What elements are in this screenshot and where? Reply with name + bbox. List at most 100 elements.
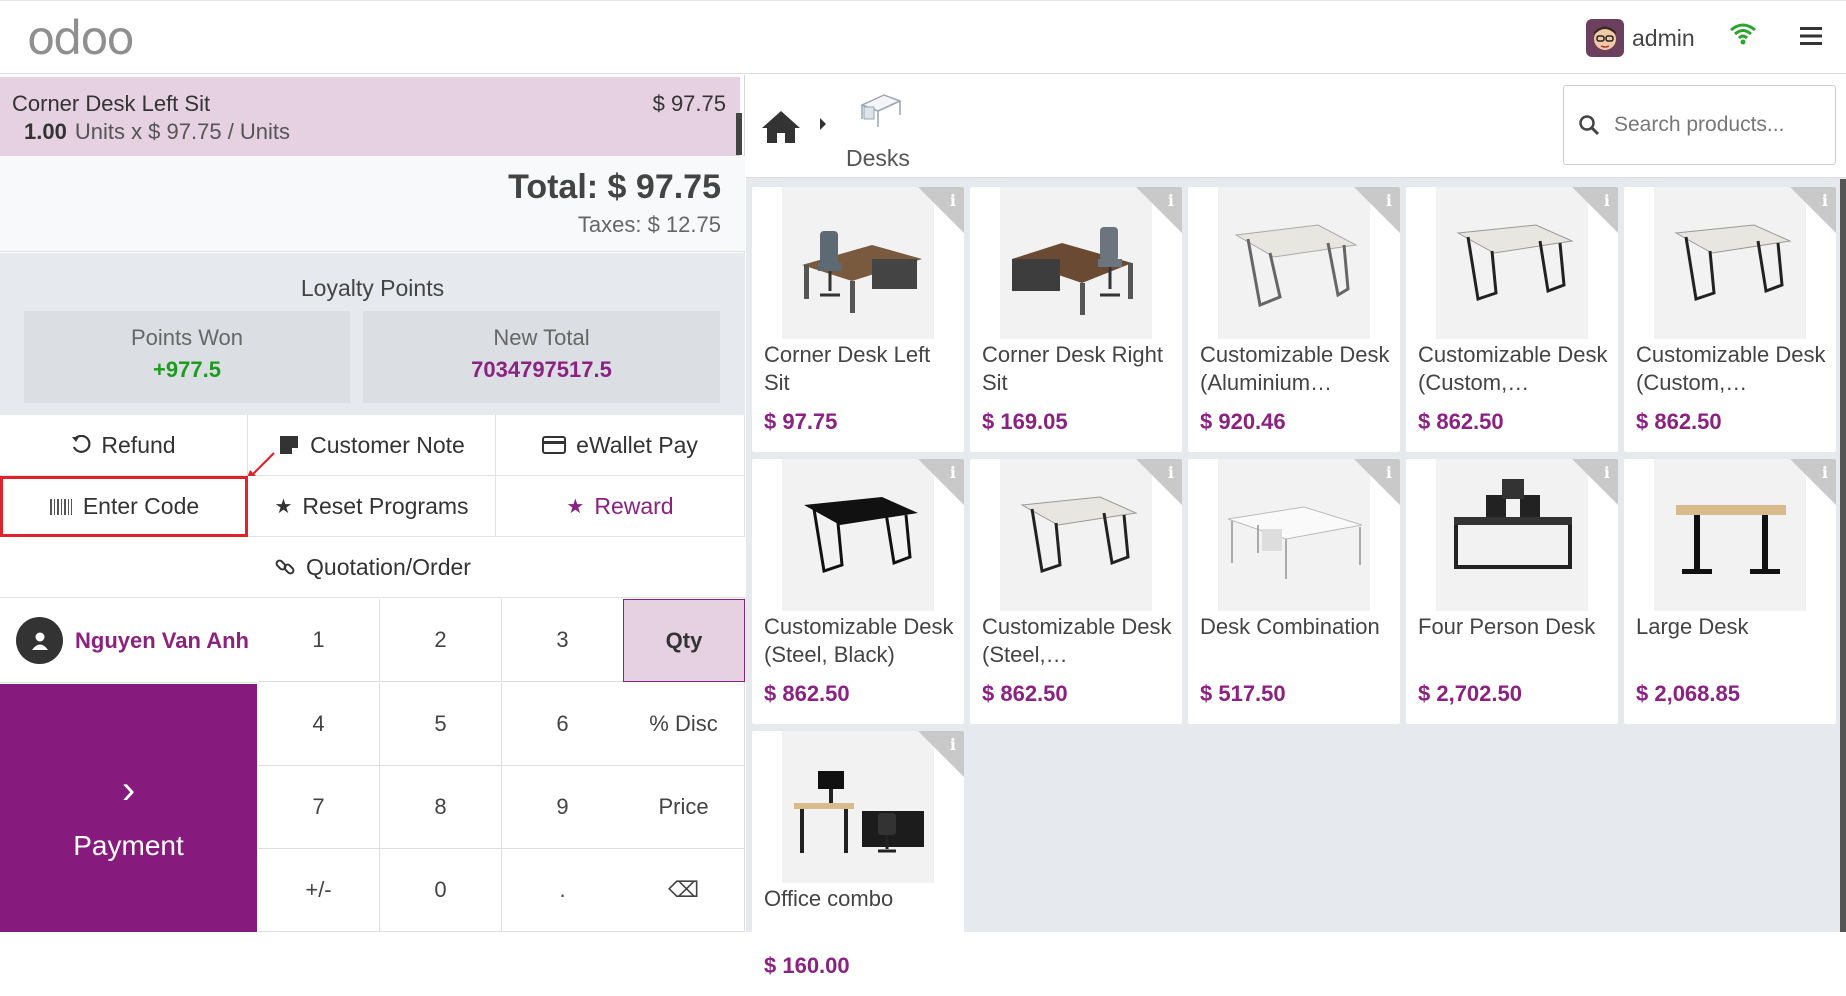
info-badge[interactable]	[1136, 187, 1182, 233]
product-card[interactable]: i Customizable Desk (Aluminium… $ 920.46	[1188, 187, 1400, 452]
reward-button[interactable]: ★ Reward	[496, 476, 745, 537]
info-icon[interactable]: i	[1168, 191, 1174, 210]
points-won-box: Points Won +977.5	[24, 311, 350, 403]
numpad-backspace[interactable]: ⌫	[623, 849, 745, 932]
product-grid-scrollbar[interactable]	[1840, 179, 1846, 932]
info-icon[interactable]: i	[950, 463, 956, 482]
info-badge[interactable]	[1790, 459, 1836, 505]
numpad-key-3[interactable]: 3	[502, 599, 624, 682]
product-card[interactable]: i Customizable Desk (Custom,… $ 862.50	[1406, 187, 1618, 452]
product-price: $ 169.05	[982, 409, 1068, 434]
product-image	[1218, 459, 1370, 611]
info-badge[interactable]	[1354, 459, 1400, 505]
product-price: $ 517.50	[1200, 681, 1286, 706]
numpad-sign-toggle[interactable]: +/-	[258, 849, 380, 932]
order-line-selected[interactable]: Corner Desk Left Sit $ 97.75 1.00 Units x…	[0, 77, 742, 156]
star-icon: ★	[274, 495, 293, 518]
star-icon: ★	[566, 495, 585, 518]
search-input[interactable]	[1614, 113, 1824, 137]
product-image	[1218, 187, 1370, 339]
numpad-decimal[interactable]: .	[502, 849, 624, 932]
product-card[interactable]: i Four Person Desk $ 2,702.50	[1406, 459, 1618, 724]
info-icon[interactable]: i	[1604, 463, 1610, 482]
info-icon[interactable]: i	[1386, 463, 1392, 482]
order-scrollbar[interactable]	[736, 113, 742, 155]
info-icon[interactable]: i	[1822, 191, 1828, 210]
product-image	[1000, 187, 1152, 339]
product-image	[782, 731, 934, 883]
quotation-order-button[interactable]: Quotation/Order	[0, 537, 745, 598]
numpad-key-8[interactable]: 8	[380, 766, 502, 849]
numpad-key-4[interactable]: 4	[258, 683, 380, 766]
info-badge[interactable]	[1572, 459, 1618, 505]
category-label[interactable]: Desks	[846, 145, 910, 172]
numpad-discount-mode[interactable]: % Disc	[623, 683, 745, 766]
product-card[interactable]: i Corner Desk Right Sit $ 169.05	[970, 187, 1182, 452]
product-name: Desk Combination	[1200, 614, 1380, 639]
reward-label: Reward	[594, 492, 674, 519]
product-image	[1436, 459, 1588, 611]
product-card[interactable]: i Office combo $ 160.00	[752, 731, 964, 996]
numpad-key-5[interactable]: 5	[380, 683, 502, 766]
info-badge[interactable]	[918, 731, 964, 777]
desk-category-icon[interactable]	[858, 91, 904, 134]
product-card[interactable]: i Desk Combination $ 517.50	[1188, 459, 1400, 724]
sticky-note-icon	[280, 436, 299, 454]
user-icon	[16, 617, 63, 664]
info-badge[interactable]	[1572, 187, 1618, 233]
enter-code-button[interactable]: Enter Code	[0, 476, 248, 537]
product-image	[1436, 187, 1588, 339]
ewallet-pay-button[interactable]: eWallet Pay	[496, 415, 745, 476]
product-price: $ 2,068.85	[1636, 681, 1740, 706]
user-menu[interactable]: admin	[1586, 19, 1695, 57]
customer-note-button[interactable]: Customer Note	[248, 415, 496, 476]
order-line-unit-detail: Units x $ 97.75 / Units	[74, 119, 291, 144]
product-price: $ 97.75	[764, 409, 838, 434]
info-icon[interactable]: i	[950, 191, 956, 210]
refund-button[interactable]: Refund	[0, 415, 248, 476]
info-badge[interactable]	[1136, 459, 1182, 505]
numpad-key-7[interactable]: 7	[258, 766, 380, 849]
user-avatar	[1586, 19, 1624, 57]
info-icon[interactable]: i	[1168, 463, 1174, 482]
product-image	[1654, 459, 1806, 611]
customer-button[interactable]: Nguyen Van Anh	[0, 599, 257, 683]
info-icon[interactable]: i	[950, 735, 956, 754]
numpad-key-0[interactable]: 0	[380, 849, 502, 932]
product-panel: Desks i Corner Desk Left Sit $ 97.75 i C…	[746, 75, 1846, 996]
product-card[interactable]: i Customizable Desk (Custom,… $ 862.50	[1624, 187, 1836, 452]
info-icon[interactable]: i	[1604, 191, 1610, 210]
info-icon[interactable]: i	[1386, 191, 1392, 210]
username-label: admin	[1632, 24, 1695, 51]
info-badge[interactable]	[1354, 187, 1400, 233]
order-line-qty: 1.00	[24, 119, 67, 144]
product-name: Customizable Desk (Custom,…	[1418, 342, 1608, 395]
numpad-qty-mode[interactable]: Qty	[623, 599, 745, 682]
product-price: $ 160.00	[764, 953, 850, 978]
odoo-logo: odoo	[27, 11, 135, 65]
info-badge[interactable]	[1790, 187, 1836, 233]
product-card[interactable]: i Customizable Desk (Steel,… $ 862.50	[970, 459, 1182, 724]
info-badge[interactable]	[918, 187, 964, 233]
payment-button[interactable]: › Payment	[0, 684, 257, 932]
numpad-price-mode[interactable]: Price	[623, 766, 745, 849]
hamburger-menu-icon[interactable]	[1800, 26, 1822, 51]
search-box[interactable]	[1563, 85, 1836, 165]
order-panel: Corner Desk Left Sit $ 97.75 1.00 Units x…	[0, 75, 745, 932]
product-card[interactable]: i Corner Desk Left Sit $ 97.75	[752, 187, 964, 452]
product-card[interactable]: i Customizable Desk (Steel, Black) $ 862…	[752, 459, 964, 724]
product-name: Corner Desk Right Sit	[982, 342, 1163, 395]
breadcrumb: Desks	[746, 75, 1846, 178]
numpad-key-6[interactable]: 6	[502, 683, 624, 766]
customer-note-label: Customer Note	[310, 431, 465, 458]
home-icon[interactable]	[760, 109, 802, 150]
order-line-price: $ 97.75	[652, 91, 726, 116]
numpad-key-2[interactable]: 2	[380, 599, 502, 682]
numpad-key-9[interactable]: 9	[502, 766, 624, 849]
info-icon[interactable]: i	[1822, 463, 1828, 482]
search-icon	[1579, 115, 1600, 136]
numpad-key-1[interactable]: 1	[258, 599, 380, 682]
product-card[interactable]: i Large Desk $ 2,068.85	[1624, 459, 1836, 724]
info-badge[interactable]	[918, 459, 964, 505]
reset-programs-button[interactable]: ★ Reset Programs	[248, 476, 496, 537]
